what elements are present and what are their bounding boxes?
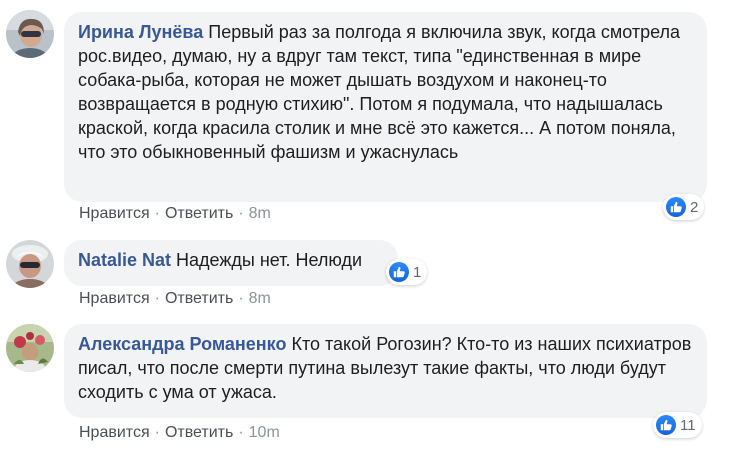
comment-text: Первый раз за полгода я включила звук, к…	[78, 22, 681, 162]
separator: ·	[238, 424, 244, 441]
reactions-badge[interactable]: 2	[663, 194, 705, 220]
timestamp[interactable]: 8m	[249, 205, 271, 222]
reactions-badge[interactable]: 11	[653, 412, 702, 438]
separator: ·	[238, 290, 244, 307]
reactions-badge[interactable]: 1	[386, 259, 428, 285]
comment-author[interactable]: Natalie Nat	[78, 250, 171, 270]
comment-actions: Нравится · Ответить · 10m	[79, 424, 280, 442]
comment-bubble: Ирина Лунёва Первый раз за полгода я вклю…	[64, 12, 707, 202]
timestamp[interactable]: 8m	[249, 290, 271, 307]
reply-link[interactable]: Ответить	[165, 290, 233, 307]
comment-actions: Нравится · Ответить · 8m	[79, 205, 271, 223]
separator: ·	[154, 290, 160, 307]
comment-author[interactable]: Ирина Лунёва	[78, 22, 203, 42]
like-link[interactable]: Нравится	[79, 290, 150, 307]
thumbs-up-icon	[666, 197, 686, 217]
reaction-count: 11	[680, 416, 696, 434]
separator: ·	[238, 205, 244, 222]
timestamp[interactable]: 10m	[249, 424, 280, 441]
thumbs-up-icon	[656, 415, 676, 435]
comment-actions: Нравится · Ответить · 8m	[79, 290, 271, 308]
comment-text: Надежды нет. Нелюди	[176, 250, 363, 270]
separator: ·	[154, 424, 160, 441]
avatar[interactable]	[6, 324, 54, 372]
reaction-count: 2	[690, 198, 699, 216]
like-link[interactable]: Нравится	[79, 205, 150, 222]
comment-author[interactable]: Александра Романенко	[78, 334, 286, 354]
reply-link[interactable]: Ответить	[165, 424, 233, 441]
reaction-count: 1	[413, 263, 422, 281]
avatar[interactable]	[6, 10, 54, 58]
thumbs-up-icon	[389, 262, 409, 282]
comment-bubble: Natalie Nat Надежды нет. Нелюди	[64, 240, 398, 286]
separator: ·	[154, 205, 160, 222]
like-link[interactable]: Нравится	[79, 424, 150, 441]
avatar[interactable]	[6, 240, 54, 288]
comment-bubble: Александра Романенко Кто такой Рогозин? К…	[64, 324, 707, 418]
reply-link[interactable]: Ответить	[165, 205, 233, 222]
